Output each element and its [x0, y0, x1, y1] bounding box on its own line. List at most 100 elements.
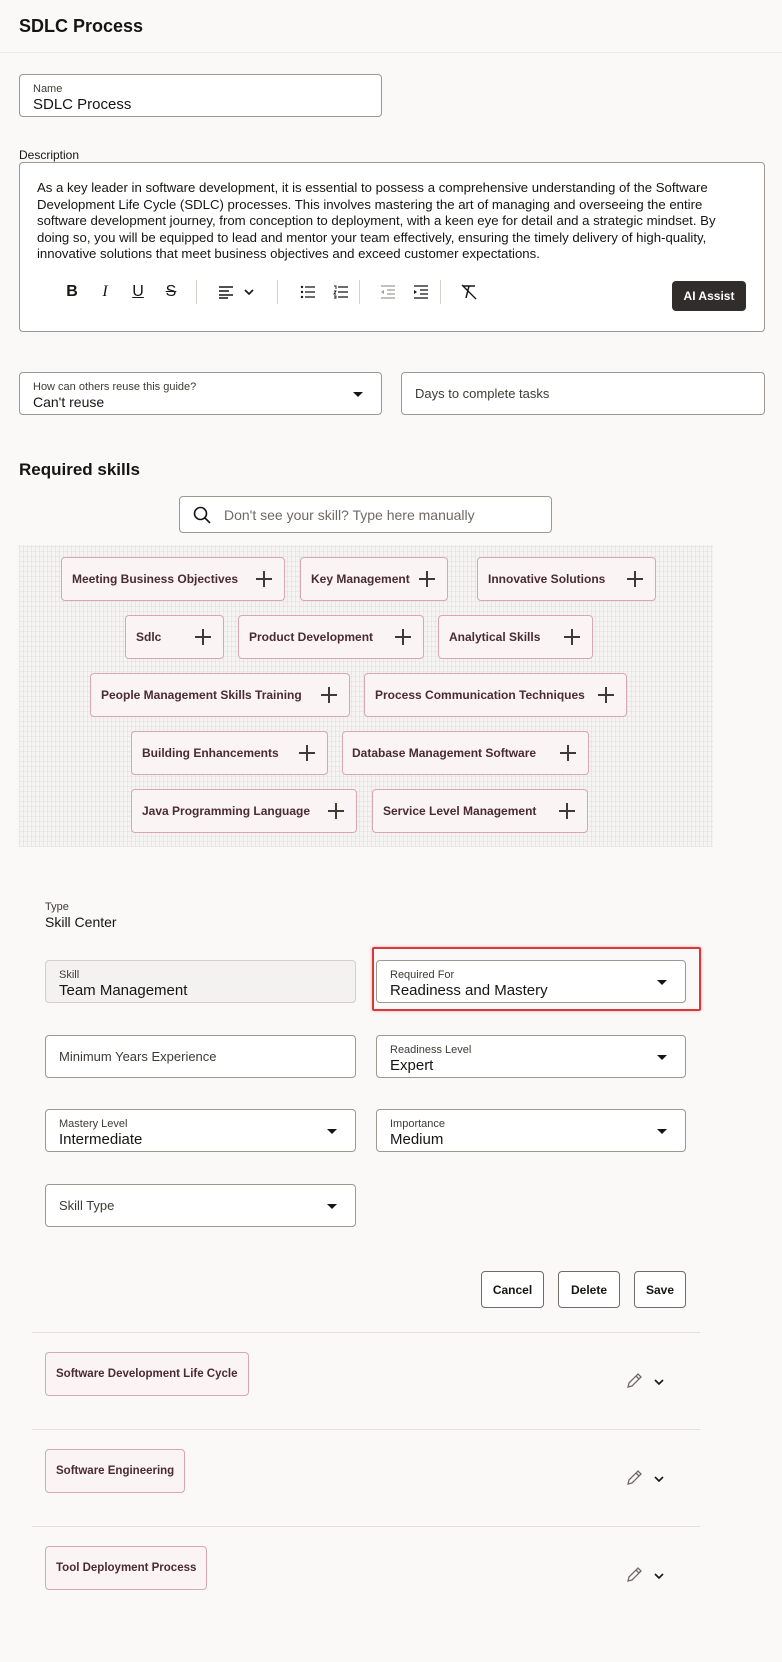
skill-chip-label: Process Communication Techniques	[375, 688, 585, 702]
plus-icon[interactable]	[564, 629, 580, 645]
plus-icon[interactable]	[395, 629, 411, 645]
mastery-level-select[interactable]: Mastery Level Intermediate	[45, 1109, 356, 1152]
toolbar-separator	[196, 280, 197, 304]
toolbar-separator	[277, 280, 278, 304]
pencil-icon[interactable]	[625, 1372, 643, 1390]
pencil-icon[interactable]	[625, 1566, 643, 1584]
page-title: SDLC Process	[19, 16, 144, 36]
mastery-level-value: Intermediate	[59, 1131, 143, 1148]
skill-chip[interactable]: Product Development	[238, 615, 424, 659]
importance-select[interactable]: Importance Medium	[376, 1109, 686, 1152]
italic-icon[interactable]: I	[90, 277, 120, 307]
type-label: Type	[45, 901, 69, 913]
skill-chip[interactable]: Building Enhancements	[131, 731, 328, 775]
row-divider	[32, 1332, 700, 1333]
plus-icon[interactable]	[598, 687, 614, 703]
clear-format-icon[interactable]	[454, 277, 484, 307]
skill-row-tag: Software Engineering	[45, 1449, 186, 1493]
pencil-icon[interactable]	[625, 1469, 643, 1487]
bulleted-list-icon[interactable]	[293, 277, 323, 307]
skill-chip-label: Sdlc	[136, 630, 162, 644]
skill-chip[interactable]: People Management Skills Training	[90, 673, 350, 717]
skill-chip[interactable]: Process Communication Techniques	[364, 673, 627, 717]
minimum-years-placeholder: Minimum Years Experience	[59, 1049, 217, 1064]
description-text[interactable]: As a key leader in software development,…	[37, 180, 737, 263]
skill-chip[interactable]: Service Level Management	[372, 789, 588, 833]
plus-icon[interactable]	[299, 745, 315, 761]
caret-down-icon	[327, 1203, 337, 1209]
title-divider	[0, 52, 782, 53]
ai-assist-button[interactable]: AI Assist	[672, 281, 746, 311]
plus-icon[interactable]	[195, 629, 211, 645]
caret-down-icon	[657, 1128, 667, 1134]
chevron-down-icon[interactable]	[234, 277, 264, 307]
plus-icon[interactable]	[559, 803, 575, 819]
underline-icon[interactable]: U	[123, 277, 153, 307]
highlight-box	[372, 947, 701, 1011]
importance-label: Importance	[390, 1118, 446, 1130]
row-divider	[32, 1526, 700, 1527]
skill-chip[interactable]: Sdlc	[125, 615, 224, 659]
caret-down-icon	[353, 391, 363, 397]
skill-chip-label: Service Level Management	[383, 804, 537, 818]
skill-row-tag: Tool Deployment Process	[45, 1546, 208, 1590]
delete-button[interactable]: Delete	[558, 1271, 620, 1308]
skill-chip[interactable]: Innovative Solutions	[477, 557, 656, 601]
skill-chip-label: Analytical Skills	[449, 630, 541, 644]
readiness-level-select[interactable]: Readiness Level Expert	[376, 1035, 686, 1078]
days-to-complete-field[interactable]: Days to complete tasks	[401, 372, 765, 415]
bold-icon[interactable]: B	[57, 277, 87, 307]
search-icon	[193, 506, 211, 524]
skill-chip-label: Key Management	[311, 572, 410, 586]
caret-down-icon	[327, 1128, 337, 1134]
skill-chip[interactable]: Java Programming Language	[131, 789, 357, 833]
skill-type-placeholder: Skill Type	[59, 1198, 115, 1213]
skill-chip-label: Java Programming Language	[142, 804, 311, 818]
description-editor[interactable]: As a key leader in software development,…	[19, 162, 765, 332]
importance-value: Medium	[390, 1131, 444, 1148]
caret-down-icon	[657, 1054, 667, 1060]
outdent-icon[interactable]	[373, 277, 403, 307]
reuse-select-label: How can others reuse this guide?	[33, 381, 197, 393]
rich-text-toolbar: B I U S	[42, 277, 742, 307]
indent-icon[interactable]	[406, 277, 436, 307]
chevron-down-icon[interactable]	[654, 1475, 664, 1483]
plus-icon[interactable]	[256, 571, 272, 587]
toolbar-separator	[440, 280, 441, 304]
plus-icon[interactable]	[560, 745, 576, 761]
skill-chip[interactable]: Key Management	[300, 557, 448, 601]
skill-type-select[interactable]: Skill Type	[45, 1184, 356, 1227]
reuse-select[interactable]: How can others reuse this guide? Can't r…	[19, 372, 382, 415]
skill-chip[interactable]: Analytical Skills	[438, 615, 593, 659]
description-label: Description	[19, 148, 80, 162]
skill-chip-label: Innovative Solutions	[488, 572, 606, 586]
plus-icon[interactable]	[321, 687, 337, 703]
cancel-button[interactable]: Cancel	[481, 1271, 544, 1308]
skill-search-input[interactable]: Don't see your skill? Type here manually	[179, 496, 552, 533]
row-divider	[32, 1429, 700, 1430]
name-field[interactable]: Name SDLC Process	[19, 74, 382, 117]
skill-search-placeholder: Don't see your skill? Type here manually	[224, 506, 475, 523]
skill-field-label: Skill	[59, 969, 80, 981]
toolbar-separator	[359, 280, 360, 304]
name-field-value[interactable]: SDLC Process	[33, 96, 131, 113]
suggested-skills-cloud: Meeting Business Objectives Key Manageme…	[19, 545, 713, 847]
skill-row-tag: Software Development Life Cycle	[45, 1352, 249, 1396]
days-to-complete-placeholder: Days to complete tasks	[415, 386, 550, 401]
skill-chip[interactable]: Database Management Software	[342, 731, 589, 775]
plus-icon[interactable]	[328, 803, 344, 819]
skill-chip[interactable]: Meeting Business Objectives	[61, 557, 285, 601]
plus-icon[interactable]	[419, 571, 435, 587]
reuse-select-value: Can't reuse	[33, 394, 105, 410]
plus-icon[interactable]	[627, 571, 643, 587]
skill-field: Skill Team Management	[45, 960, 356, 1003]
chevron-down-icon[interactable]	[654, 1378, 664, 1386]
skill-chip-label: Product Development	[249, 630, 374, 644]
skill-chip-label: Building Enhancements	[142, 746, 279, 760]
chevron-down-icon[interactable]	[654, 1572, 664, 1580]
save-button[interactable]: Save	[634, 1271, 686, 1308]
minimum-years-field[interactable]: Minimum Years Experience	[45, 1035, 356, 1078]
strikethrough-icon[interactable]: S	[156, 277, 186, 307]
skill-chip-label: Database Management Software	[352, 746, 537, 760]
numbered-list-icon[interactable]	[326, 277, 356, 307]
